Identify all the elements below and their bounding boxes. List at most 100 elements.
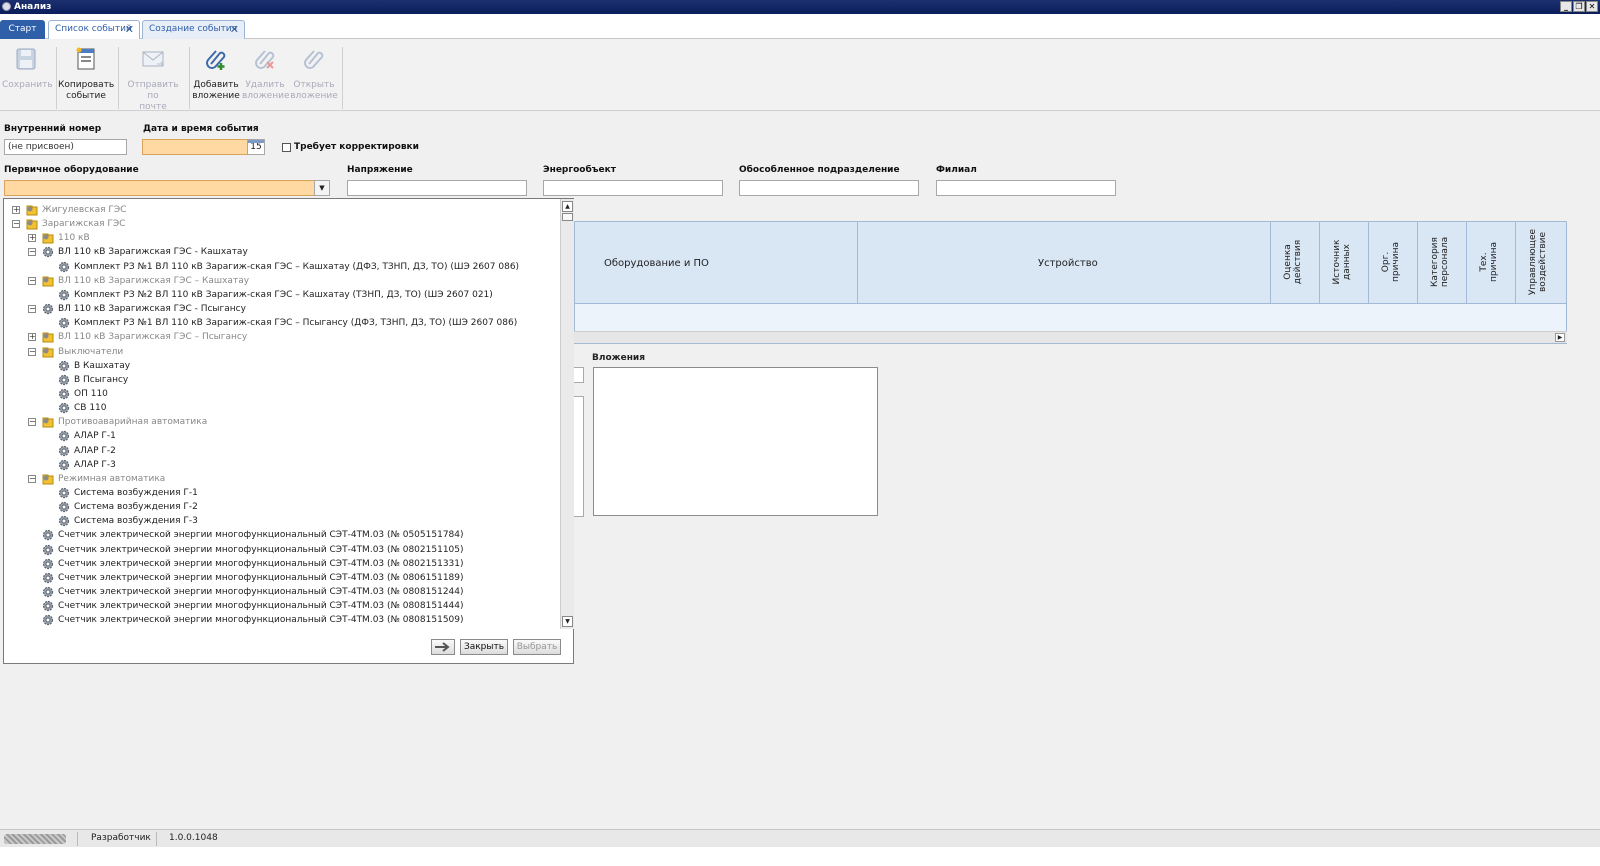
tree-node[interactable]: Комплект РЗ №1 ВЛ 110 кВ Зарагиж-ская ГЭ… — [4, 316, 560, 330]
close-button[interactable]: Закрыть — [460, 639, 508, 655]
arrow-right-button[interactable] — [431, 639, 455, 655]
tree-node[interactable]: АЛАР Г-2 — [4, 444, 560, 458]
needs-correction-checkbox[interactable] — [282, 143, 291, 152]
tree-node[interactable]: Счетчик электрической энергии многофункц… — [4, 613, 560, 627]
branch-field[interactable] — [936, 180, 1116, 196]
tree-node[interactable]: Счетчик электрической энергии многофункц… — [4, 585, 560, 599]
tree-node[interactable]: В Кашхатау — [4, 359, 560, 373]
grid-horizontal-scrollbar[interactable]: ▶ — [574, 331, 1567, 343]
status-role: Разработчик — [91, 833, 151, 843]
tree-node[interactable]: − Режимная автоматика — [4, 472, 560, 486]
collapse-icon[interactable]: − — [28, 305, 36, 314]
scroll-thumb[interactable] — [562, 213, 573, 221]
expand-icon[interactable]: + — [12, 206, 20, 214]
close-icon[interactable]: ✕ — [125, 21, 134, 38]
tree-node[interactable]: − ВЛ 110 кВ Зарагижская ГЭС - Кашхатау — [4, 245, 560, 259]
tree-node[interactable]: СВ 110 — [4, 401, 560, 415]
tree-node[interactable]: Комплект РЗ №1 ВЛ 110 кВ Зарагиж-ская ГЭ… — [4, 260, 560, 274]
tree-node[interactable]: Счетчик электрической энергии многофункц… — [4, 599, 560, 613]
tree-node[interactable]: Счетчик электрической энергии многофункц… — [4, 557, 560, 571]
close-icon[interactable]: ✕ — [230, 21, 239, 38]
primary-equipment-combobox[interactable] — [4, 180, 315, 196]
branch-label: Филиал — [936, 165, 977, 175]
tab-start[interactable]: Старт — [0, 20, 45, 39]
save-button[interactable]: Сохранить — [2, 44, 53, 106]
collapse-icon[interactable]: − — [28, 248, 36, 257]
copy-event-button[interactable]: Копировать событие — [58, 44, 114, 106]
tree-node[interactable]: Счетчик электрической энергии многофункц… — [4, 571, 560, 585]
tree-node-label: Счетчик электрической энергии многофункц… — [58, 601, 464, 612]
col-control-action[interactable]: Управляющее воздействие — [1528, 227, 1548, 297]
tree-node[interactable]: − ВЛ 110 кВ Зарагижская ГЭС – Кашхатау — [4, 274, 560, 288]
col-org-reason[interactable]: Орг. причина — [1381, 227, 1401, 297]
arrow-right-icon — [435, 642, 450, 652]
tree-node[interactable]: Система возбуждения Г-3 — [4, 514, 560, 528]
scroll-up-icon[interactable]: ▲ — [562, 201, 573, 212]
attachments-list[interactable] — [593, 367, 878, 516]
subdivision-field[interactable] — [739, 180, 919, 196]
tab-create-event[interactable]: Создание события ✕ — [142, 20, 245, 39]
scroll-down-icon[interactable]: ▼ — [562, 616, 573, 627]
tree-node[interactable]: +110 кВ — [4, 231, 560, 245]
tree-node[interactable]: + ВЛ 110 кВ Зарагижская ГЭС – Псыгансу — [4, 330, 560, 344]
tree-node-label: Счетчик электрической энергии многофункц… — [58, 544, 464, 555]
col-equipment[interactable]: Оборудование и ПО — [604, 258, 709, 269]
tree-node[interactable]: − Противоаварийная автоматика — [4, 415, 560, 429]
tree-vertical-scrollbar[interactable]: ▲ ▼ — [560, 199, 574, 629]
expand-icon[interactable]: + — [28, 333, 36, 342]
tree-node[interactable]: В Псыгансу — [4, 373, 560, 387]
delete-attachment-label-1: Удалить — [245, 80, 285, 90]
expand-icon[interactable]: + — [28, 234, 36, 243]
energy-object-field[interactable] — [543, 180, 723, 196]
internal-number-field[interactable]: (не присвоен) — [4, 139, 127, 155]
gear-icon — [58, 318, 70, 329]
tree-node[interactable]: Комплект РЗ №2 ВЛ 110 кВ Зарагиж-ская ГЭ… — [4, 288, 560, 302]
tree-node[interactable]: − Выключатели — [4, 345, 560, 359]
col-source[interactable]: Источник данных — [1332, 227, 1352, 297]
col-staff-category[interactable]: Категория персонала — [1430, 227, 1450, 297]
tree-node[interactable]: АЛАР Г-3 — [4, 458, 560, 472]
gear-icon — [42, 544, 54, 555]
tree-node[interactable]: Система возбуждения Г-2 — [4, 500, 560, 514]
open-attachment-button[interactable]: Открыть вложение — [290, 44, 338, 106]
delete-attachment-button[interactable]: Удалить вложение — [242, 44, 289, 106]
col-rating[interactable]: Оценка действия — [1283, 227, 1303, 297]
tree-node[interactable]: − Зарагижская ГЭС — [4, 217, 560, 231]
restore-button[interactable]: ❐ — [1573, 1, 1585, 12]
equipment-tree[interactable]: + Жигулевская ГЭС − Зарагижская ГЭС +110 кВ −… — [4, 199, 560, 629]
collapse-icon[interactable]: − — [28, 276, 36, 285]
tree-node[interactable]: − ВЛ 110 кВ Зарагижская ГЭС - Псыгансу — [4, 302, 560, 316]
tree-node[interactable]: Счетчик электрической энергии многофункц… — [4, 528, 560, 542]
col-tech-reason[interactable]: Тех. причина — [1479, 227, 1499, 297]
tree-node[interactable]: АЛАР Г-1 — [4, 429, 560, 443]
collapse-icon[interactable]: − — [28, 347, 36, 356]
voltage-field[interactable] — [347, 180, 527, 196]
tab-event-list[interactable]: Список событий ✕ — [48, 20, 140, 39]
tree-node-label: Зарагижская ГЭС — [42, 219, 126, 230]
hidden-field[interactable] — [573, 367, 584, 383]
collapse-icon[interactable]: − — [12, 220, 20, 229]
datetime-input[interactable] — [142, 139, 248, 155]
chevron-down-icon[interactable]: ▼ — [314, 180, 330, 196]
send-mail-button[interactable]: Отправить по почте — [121, 44, 185, 112]
tree-node[interactable]: Счетчик электрической энергии многофункц… — [4, 543, 560, 557]
tree-node-label: ОП 110 — [74, 388, 108, 399]
calendar-icon[interactable]: 15 — [247, 139, 265, 155]
add-attachment-button[interactable]: Добавить вложение — [192, 44, 240, 106]
select-button[interactable]: Выбрать — [513, 639, 561, 655]
tree-node-label: Счетчик электрической энергии многофункц… — [58, 587, 464, 598]
minimize-button[interactable]: _ — [1560, 1, 1572, 12]
tree-node-label: Счетчик электрической энергии многофункц… — [58, 558, 464, 569]
close-window-button[interactable]: ✕ — [1586, 1, 1598, 12]
open-attachment-label-2: вложение — [290, 91, 338, 101]
collapse-icon[interactable]: − — [28, 418, 36, 427]
tree-node[interactable]: ОП 110 — [4, 387, 560, 401]
scroll-right-icon[interactable]: ▶ — [1555, 333, 1565, 342]
gear-icon — [42, 586, 54, 598]
add-attachment-label-2: вложение — [192, 91, 240, 101]
col-device[interactable]: Устройство — [1038, 258, 1098, 269]
tree-node[interactable]: + Жигулевская ГЭС — [4, 203, 560, 217]
tree-node[interactable]: Система возбуждения Г-1 — [4, 486, 560, 500]
collapse-icon[interactable]: − — [28, 474, 36, 483]
hidden-textarea[interactable] — [573, 396, 584, 517]
